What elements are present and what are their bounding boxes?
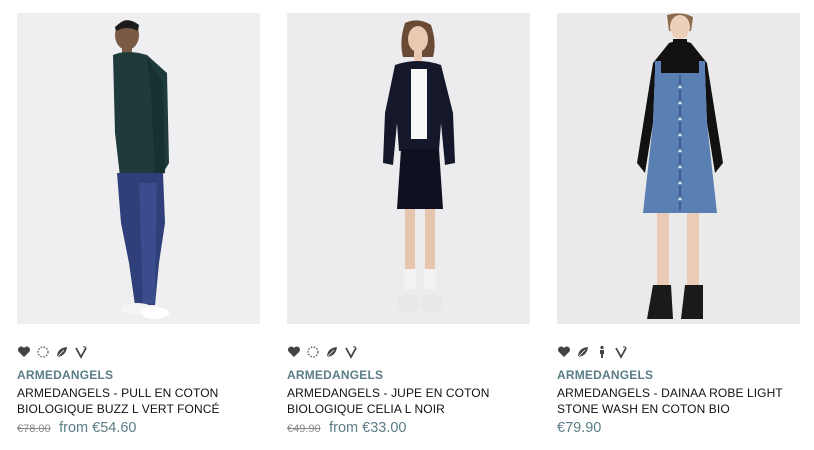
vegan-v-icon [614,345,628,359]
feature-icons [557,345,800,359]
product-title[interactable]: ARMEDANGELS - DAINAA ROBE LIGHT STONE WA… [557,385,800,417]
leaf-icon [325,345,339,359]
old-price: €49.90 [287,423,321,435]
product-price: €79.90 [557,419,800,437]
product-title-line2[interactable]: BIOLOGIQUE BUZZ L VERT FONCÉ [17,401,260,417]
product-image[interactable] [17,13,260,324]
product-title-line1[interactable]: ARMEDANGELS - JUPE EN COTON [287,385,530,401]
product-card[interactable]: ARMEDANGELS ARMEDANGELS - PULL EN COTON … [17,13,260,438]
current-price: from €54.60 [59,420,137,436]
product-image[interactable] [557,13,800,324]
product-card[interactable]: ARMEDANGELS ARMEDANGELS - JUPE EN COTON … [287,13,530,438]
feature-icons [287,345,530,359]
circle-dots-icon [306,345,320,359]
product-card[interactable]: ARMEDANGELS ARMEDANGELS - DAINAA ROBE LI… [557,13,800,437]
heart-icon [17,345,31,359]
product-brand[interactable]: ARMEDANGELS [557,368,800,382]
heart-icon [287,345,301,359]
product-brand[interactable]: ARMEDANGELS [17,368,260,382]
product-title-line2[interactable]: BIOLOGIQUE CELIA L NOIR [287,401,530,417]
product-price: €78.00 from €54.60 [17,419,260,438]
old-price: €78.00 [17,423,51,435]
person-icon [595,345,609,359]
vegan-v-icon [344,345,358,359]
leaf-icon [55,345,69,359]
feature-icons [17,345,260,359]
product-price: €49.90 from €33.00 [287,419,530,438]
current-price: €79.90 [557,420,602,436]
product-image[interactable] [287,13,530,324]
product-title-line1[interactable]: ARMEDANGELS - PULL EN COTON [17,385,260,401]
product-title[interactable]: ARMEDANGELS - PULL EN COTON BIOLOGIQUE B… [17,385,260,417]
man-model-green-sweater-jeans-image [17,13,260,324]
circle-dots-icon [36,345,50,359]
product-brand[interactable]: ARMEDANGELS [287,368,530,382]
heart-icon [557,345,571,359]
product-title-line2[interactable]: STONE WASH EN COTON BIO [557,401,800,417]
current-price: from €33.00 [329,420,407,436]
leaf-icon [576,345,590,359]
woman-model-black-jacket-skirt-image [287,13,530,324]
woman-model-denim-dress-image [557,13,800,324]
product-title-line1[interactable]: ARMEDANGELS - DAINAA ROBE LIGHT [557,385,800,401]
product-title[interactable]: ARMEDANGELS - JUPE EN COTON BIOLOGIQUE C… [287,385,530,417]
vegan-v-icon [74,345,88,359]
